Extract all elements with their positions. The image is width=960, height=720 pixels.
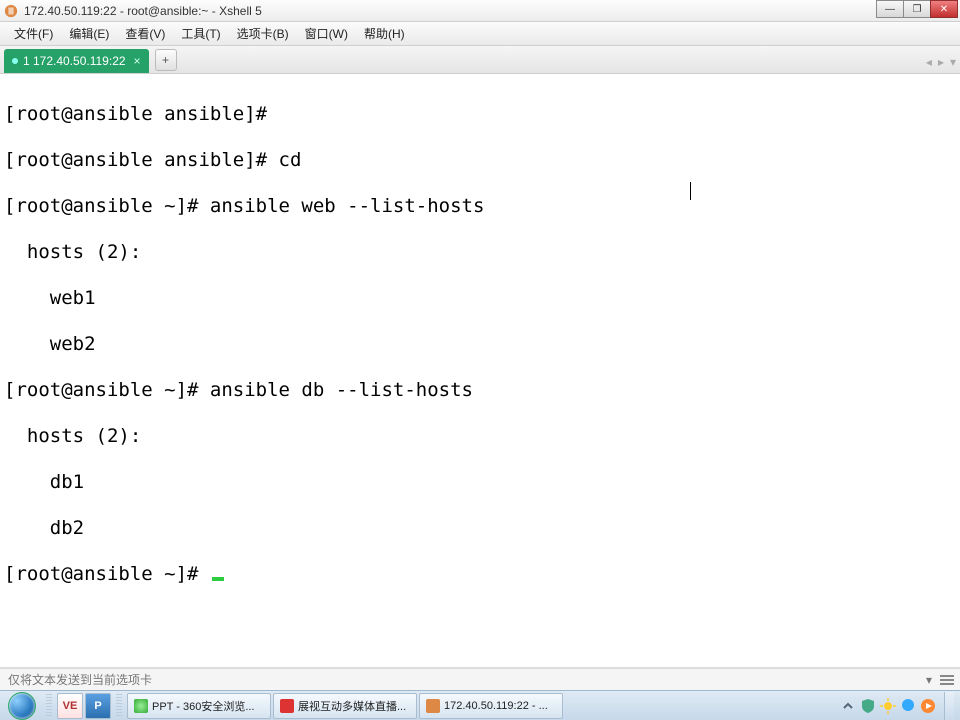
session-tab-active[interactable]: 1 172.40.50.119:22 × — [4, 49, 149, 73]
tab-next-icon[interactable]: ▸ — [938, 55, 944, 69]
taskbar-app-label: VE — [63, 700, 78, 712]
tray-sun-icon[interactable] — [880, 698, 896, 714]
menu-tabs[interactable]: 选项卡(B) — [229, 22, 297, 45]
maximize-icon: ❐ — [913, 4, 922, 15]
live-icon — [280, 699, 294, 713]
tab-prev-icon[interactable]: ◂ — [926, 55, 932, 69]
taskbar-app-ve[interactable]: VE — [57, 693, 83, 719]
tray-arrow-icon[interactable] — [840, 698, 856, 714]
send-bar: 仅将文本发送到当前选项卡 ▾ — [0, 668, 960, 690]
terminal-line: db1 — [4, 471, 84, 493]
taskbar-item-browser[interactable]: PPT - 360安全浏览... — [127, 693, 271, 719]
start-orb-icon — [8, 692, 36, 720]
start-button[interactable] — [2, 692, 42, 720]
send-bar-menu-icon[interactable] — [940, 673, 954, 687]
terminal-line: web1 — [4, 287, 96, 309]
close-icon: ✕ — [940, 4, 948, 15]
session-status-icon — [12, 58, 18, 64]
tray-media-icon[interactable] — [920, 698, 936, 714]
minimize-icon: — — [885, 4, 895, 15]
close-button[interactable]: ✕ — [930, 0, 958, 18]
menu-view[interactable]: 查看(V) — [117, 22, 173, 45]
taskbar-item-live[interactable]: 展视互动多媒体直播... — [273, 693, 417, 719]
system-tray — [840, 692, 958, 720]
window-controls: — ❐ ✕ — [877, 0, 958, 18]
session-tab-bar: 1 172.40.50.119:22 × + ◂ ▸ ▾ — [0, 46, 960, 74]
terminal-line: db2 — [4, 517, 84, 539]
session-tab-label: 1 172.40.50.119:22 — [23, 54, 126, 68]
minimize-button[interactable]: — — [876, 0, 904, 18]
terminal-line: [root@ansible ~]# — [4, 563, 210, 585]
menu-help[interactable]: 帮助(H) — [356, 22, 413, 45]
new-tab-button[interactable]: + — [155, 49, 177, 71]
taskbar-grip — [116, 694, 122, 718]
taskbar-item-label: 展视互动多媒体直播... — [298, 698, 406, 714]
session-tab-close-icon[interactable]: × — [134, 54, 141, 68]
tray-chat-icon[interactable] — [900, 698, 916, 714]
terminal-line: web2 — [4, 333, 96, 355]
text-caret-icon — [690, 182, 691, 200]
xshell-icon — [426, 699, 440, 713]
terminal-line: [root@ansible ~]# ansible db --list-host… — [4, 379, 473, 401]
menu-bar: 文件(F) 编辑(E) 查看(V) 工具(T) 选项卡(B) 窗口(W) 帮助(… — [0, 22, 960, 46]
window-title: 172.40.50.119:22 - root@ansible:~ - Xshe… — [24, 4, 956, 18]
tray-shield-icon[interactable] — [860, 698, 876, 714]
send-bar-dropdown-icon[interactable]: ▾ — [926, 673, 932, 687]
maximize-button[interactable]: ❐ — [903, 0, 931, 18]
menu-edit[interactable]: 编辑(E) — [61, 22, 117, 45]
taskbar-item-xshell[interactable]: 172.40.50.119:22 - ... — [419, 693, 563, 719]
menu-file[interactable]: 文件(F) — [6, 22, 61, 45]
terminal-cursor — [212, 577, 224, 581]
taskbar-app-p[interactable]: P — [85, 693, 111, 719]
terminal-line: hosts (2): — [4, 425, 141, 447]
menu-window[interactable]: 窗口(W) — [297, 22, 356, 45]
plus-icon: + — [162, 53, 169, 67]
terminal-line: [root@ansible ansible]# — [4, 103, 267, 125]
taskbar-app-label: P — [94, 700, 101, 712]
taskbar-item-label: PPT - 360安全浏览... — [152, 698, 255, 714]
windows-taskbar: VE P PPT - 360安全浏览... 展视互动多媒体直播... 172.4… — [0, 690, 960, 720]
taskbar-item-label: 172.40.50.119:22 - ... — [444, 700, 548, 712]
send-bar-text: 仅将文本发送到当前选项卡 — [8, 671, 152, 688]
terminal-line: [root@ansible ~]# ansible web --list-hos… — [4, 195, 484, 217]
show-desktop-button[interactable] — [944, 692, 954, 720]
taskbar-grip — [46, 694, 52, 718]
window-titlebar: 172.40.50.119:22 - root@ansible:~ - Xshe… — [0, 0, 960, 22]
terminal-line: hosts (2): — [4, 241, 141, 263]
browser-icon — [134, 699, 148, 713]
tab-nav-controls: ◂ ▸ ▾ — [926, 55, 956, 69]
tab-list-icon[interactable]: ▾ — [950, 55, 956, 69]
terminal-line: [root@ansible ansible]# cd — [4, 149, 301, 171]
menu-tools[interactable]: 工具(T) — [173, 22, 228, 45]
app-icon — [4, 4, 18, 18]
terminal-pane[interactable]: [root@ansible ansible]# [root@ansible an… — [0, 74, 960, 668]
